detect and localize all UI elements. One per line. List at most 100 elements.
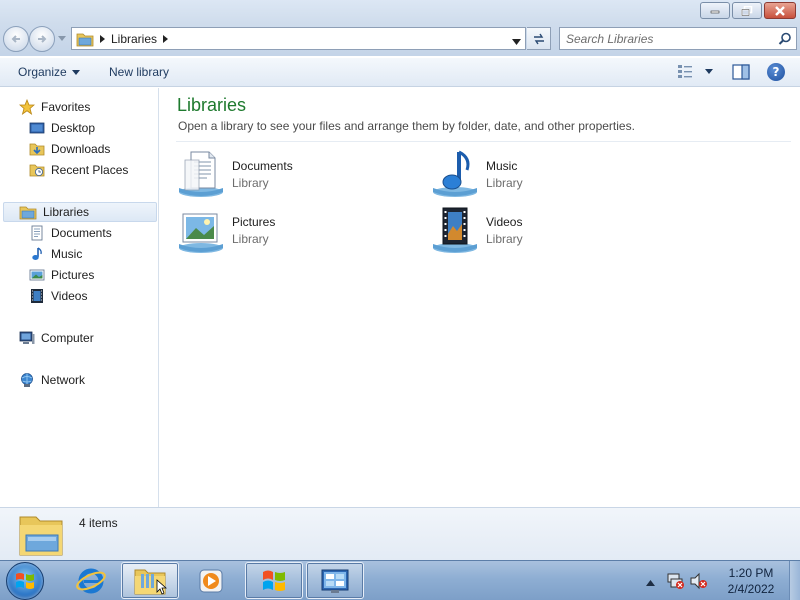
- taskbar-control-panel[interactable]: [306, 562, 364, 599]
- item-count: 4 items: [79, 516, 118, 530]
- address-bar[interactable]: Libraries: [71, 27, 526, 50]
- windows-logo-icon: [263, 570, 285, 591]
- organize-label: Organize: [18, 65, 67, 79]
- nav-downloads-label: Downloads: [51, 142, 111, 156]
- network-status-button[interactable]: [667, 572, 685, 593]
- libraries-folder-icon: [19, 516, 63, 556]
- pictures-library-icon: [177, 204, 229, 256]
- windows-explorer-icon: [134, 569, 167, 595]
- desktop-icon: [29, 122, 45, 134]
- nav-downloads[interactable]: Downloads: [29, 139, 110, 159]
- show-hidden-icons-button[interactable]: [646, 575, 655, 589]
- back-arrow-icon: [11, 35, 20, 43]
- search-box[interactable]: [559, 27, 797, 50]
- library-name: Pictures: [232, 214, 276, 229]
- library-music[interactable]: Music Library: [431, 148, 661, 200]
- music-library-icon: [431, 148, 483, 200]
- library-type: Library: [232, 231, 269, 246]
- close-icon: [775, 5, 785, 16]
- nav-recent-places-label: Recent Places: [51, 163, 129, 177]
- nav-libraries-label: Libraries: [43, 205, 90, 219]
- new-library-label: New library: [109, 65, 170, 79]
- restore-icon: [741, 5, 753, 16]
- pictures-icon: [29, 269, 45, 281]
- show-desktop-button[interactable]: [789, 561, 800, 600]
- music-icon: [32, 247, 42, 260]
- favorites-star-icon: [19, 99, 35, 115]
- refresh-icon: [533, 33, 544, 44]
- network-disconnected-icon: [667, 573, 684, 589]
- nav-libraries[interactable]: Libraries: [3, 202, 157, 222]
- restore-button[interactable]: [732, 2, 762, 19]
- documents-icon: [31, 225, 43, 241]
- forward-arrow-icon: [38, 35, 47, 43]
- window-title-bar: [0, 0, 800, 24]
- details-pane: 4 items: [0, 507, 800, 560]
- taskbar-media-player[interactable]: [182, 562, 240, 599]
- nav-desktop[interactable]: Desktop: [29, 118, 95, 138]
- volume-button[interactable]: [690, 572, 708, 593]
- videos-library-icon: [431, 204, 483, 256]
- library-type: Library: [232, 175, 269, 190]
- command-bar: Organize New library ?: [0, 57, 800, 87]
- nav-recent-places[interactable]: Recent Places: [29, 160, 128, 180]
- nav-pictures[interactable]: Pictures: [29, 265, 94, 285]
- forward-button[interactable]: [29, 26, 55, 52]
- clock-date: 2/4/2022: [727, 582, 775, 596]
- minimize-button[interactable]: [700, 2, 730, 19]
- library-pictures[interactable]: Pictures Library: [177, 204, 407, 256]
- start-button[interactable]: [6, 562, 44, 600]
- nav-videos[interactable]: Videos: [29, 286, 87, 306]
- close-button[interactable]: [764, 2, 796, 19]
- nav-desktop-label: Desktop: [51, 121, 96, 135]
- breadcrumb-libraries[interactable]: Libraries: [111, 32, 157, 46]
- help-button[interactable]: ?: [767, 63, 785, 81]
- libraries-folder-icon: [76, 33, 94, 46]
- search-icon[interactable]: [778, 32, 792, 46]
- libraries-folder-icon: [19, 206, 37, 220]
- library-documents[interactable]: Documents Library: [177, 148, 407, 200]
- chevron-down-icon: [58, 35, 66, 41]
- new-library-button[interactable]: New library: [109, 65, 169, 79]
- media-player-icon: [199, 569, 223, 592]
- view-options-icon: [678, 65, 692, 78]
- documents-library-icon: [177, 148, 229, 200]
- nav-music[interactable]: Music: [29, 244, 82, 264]
- library-videos[interactable]: Videos Library: [431, 204, 661, 256]
- taskbar-windows-app[interactable]: [245, 562, 303, 599]
- clock-time: 1:20 PM: [728, 566, 774, 580]
- change-view-button[interactable]: [677, 64, 713, 78]
- refresh-button[interactable]: [527, 27, 551, 50]
- nav-computer[interactable]: Computer: [19, 328, 94, 348]
- navigation-pane: Favorites Desktop Downloads Recent Place…: [0, 88, 159, 507]
- organize-button[interactable]: Organize: [18, 65, 80, 79]
- breadcrumb-arrow-icon[interactable]: [163, 34, 169, 43]
- search-input[interactable]: [566, 31, 766, 46]
- nav-favorites[interactable]: Favorites: [19, 97, 90, 117]
- back-button[interactable]: [3, 26, 29, 52]
- taskbar: 1:20 PM 2/4/2022: [0, 560, 800, 600]
- recent-pages-dropdown[interactable]: [57, 32, 67, 44]
- page-subtitle: Open a library to see your files and arr…: [178, 119, 635, 133]
- chevron-down-icon: [512, 39, 521, 45]
- preview-pane-icon: [732, 64, 750, 80]
- taskbar-windows-explorer[interactable]: [121, 562, 179, 599]
- page-title: Libraries: [177, 95, 247, 115]
- system-clock[interactable]: 1:20 PM 2/4/2022: [718, 565, 784, 597]
- internet-explorer-icon: [76, 568, 106, 593]
- taskbar-internet-explorer[interactable]: [62, 562, 120, 599]
- nav-documents-label: Documents: [51, 226, 112, 240]
- nav-documents[interactable]: Documents: [29, 223, 112, 243]
- address-row: Libraries: [0, 24, 800, 56]
- preview-pane-button[interactable]: [732, 64, 750, 83]
- library-name: Documents: [232, 158, 293, 173]
- downloads-folder-icon: [29, 143, 45, 156]
- breadcrumb-separator-icon[interactable]: [100, 34, 105, 43]
- notification-area: 1:20 PM 2/4/2022: [640, 561, 800, 600]
- window-controls: [700, 2, 796, 19]
- computer-icon: [19, 331, 35, 344]
- nav-network[interactable]: Network: [19, 370, 85, 390]
- address-history-dropdown[interactable]: [512, 34, 521, 48]
- library-name: Videos: [486, 214, 523, 229]
- chevron-down-icon: [71, 69, 80, 75]
